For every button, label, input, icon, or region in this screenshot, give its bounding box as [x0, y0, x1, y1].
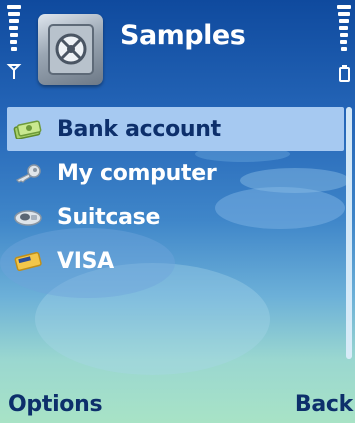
list-item-label: Suitcase [57, 204, 161, 230]
credit-card-icon [11, 249, 45, 273]
header: Samples [0, 0, 355, 92]
options-softkey[interactable]: Options [8, 392, 103, 417]
lock-icon [11, 205, 45, 229]
scrollbar[interactable] [346, 107, 352, 359]
page-title: Samples [120, 20, 246, 51]
list-item-visa[interactable]: VISA [7, 239, 344, 283]
key-icon [11, 161, 45, 185]
list-item-label: Bank account [57, 116, 221, 142]
list-item-bank-account[interactable]: Bank account [7, 107, 344, 151]
scrollbar-thumb[interactable] [346, 107, 352, 359]
back-softkey[interactable]: Back [295, 392, 353, 417]
list-item-label: VISA [57, 248, 114, 274]
list-item-label: My computer [57, 160, 217, 186]
item-list: Bank account My computer Suitcase VISA [7, 107, 344, 283]
list-item-suitcase[interactable]: Suitcase [7, 195, 344, 239]
list-item-my-computer[interactable]: My computer [7, 151, 344, 195]
money-icon [11, 117, 45, 141]
safe-icon [38, 14, 103, 85]
